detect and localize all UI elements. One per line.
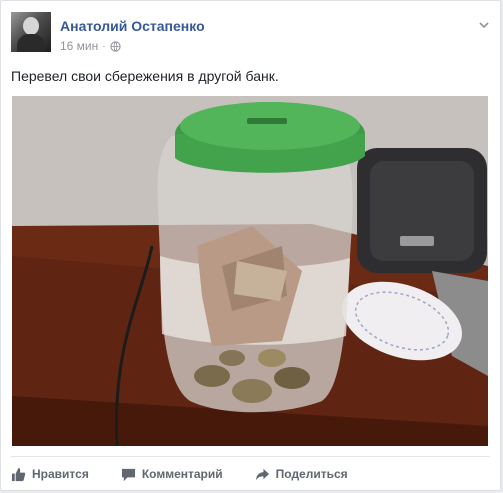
post-card: Анатолий Остапенко 16 мин · Перевел свои… <box>0 0 501 491</box>
share-arrow-icon <box>255 468 269 480</box>
avatar-head <box>23 17 39 35</box>
like-button[interactable]: Нравится <box>11 467 89 482</box>
actions-divider <box>11 456 490 457</box>
share-label: Поделиться <box>275 467 348 481</box>
post-time[interactable]: 16 мин <box>60 39 98 53</box>
post-actions: Нравится Комментарий Поделиться <box>11 461 491 487</box>
comment-label: Комментарий <box>141 467 223 481</box>
globe-icon[interactable] <box>109 40 121 52</box>
thumbs-up-icon <box>11 467 26 481</box>
meta-separator: · <box>102 40 106 52</box>
comment-button[interactable]: Комментарий <box>121 467 223 482</box>
like-label: Нравится <box>32 467 89 481</box>
author-name[interactable]: Анатолий Остапенко <box>60 18 205 34</box>
post-photo[interactable] <box>12 96 488 446</box>
comment-icon <box>121 468 135 481</box>
share-button[interactable]: Поделиться <box>255 467 348 482</box>
jar-photo-illustration <box>12 96 488 446</box>
post-text: Перевел свои сбережения в другой банк. <box>11 68 279 84</box>
post-header: Анатолий Остапенко 16 мин · <box>11 12 491 56</box>
avatar-body <box>17 34 45 52</box>
chevron-down-icon[interactable] <box>477 18 491 32</box>
post-meta: 16 мин · <box>60 39 121 53</box>
avatar[interactable] <box>11 12 51 52</box>
